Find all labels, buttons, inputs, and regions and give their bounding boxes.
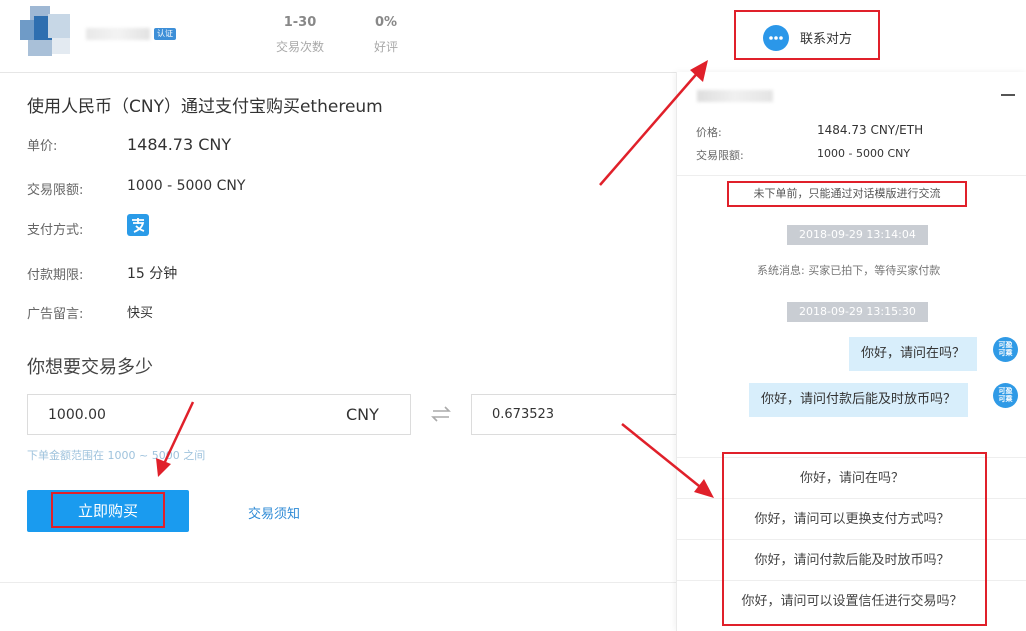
payment-label: 支付方式: <box>27 223 84 238</box>
amount-field[interactable]: 1000.00 CNY <box>27 394 411 435</box>
chat-limit-value: 1000 - 5000 CNY <box>817 147 911 160</box>
contact-seller-label: 联系对方 <box>800 32 853 47</box>
page-title: 使用人民币（CNY）通过支付宝购买ethereum <box>27 97 383 117</box>
stat-rating-value: 0% <box>374 15 398 30</box>
chat-price-value: 1484.73 CNY/ETH <box>817 123 924 137</box>
chat-limit-label: 交易限额: <box>696 149 744 162</box>
crypto-amount-field[interactable]: 0.673523 <box>471 394 676 435</box>
swap-arrows-icon <box>430 404 452 428</box>
seller-name <box>86 28 150 40</box>
currency-label: CNY <box>346 405 379 424</box>
chat-template-notice: 未下单前，只能通过对话模版进行交流 <box>727 181 967 207</box>
seller-avatar[interactable] <box>20 6 72 58</box>
verified-badge: 认证 <box>154 28 176 40</box>
alipay-icon <box>127 214 149 236</box>
minimize-icon[interactable] <box>1001 94 1015 96</box>
trade-notice-link[interactable]: 交易须知 <box>248 503 300 522</box>
message-timestamp: 2018-09-29 13:15:30 <box>787 302 928 322</box>
chat-bubble: 你好，请问在吗？ <box>849 337 978 371</box>
price-value: 1484.73 CNY <box>127 135 232 154</box>
buy-now-button[interactable]: 立即购买 <box>27 490 189 532</box>
stat-trades-value: 1-30 <box>283 15 317 30</box>
price-label: 单价: <box>27 139 58 154</box>
chat-bubble-icon <box>763 25 789 51</box>
annotation-box-quick-replies <box>722 452 987 626</box>
annotation-box-buy <box>51 492 165 528</box>
trade-heading: 你想要交易多少 <box>27 357 153 378</box>
chat-info-divider <box>677 175 1026 176</box>
amount-value[interactable]: 1000.00 <box>48 407 106 423</box>
deadline-value: 15 分钟 <box>127 266 178 282</box>
message-timestamp: 2018-09-29 13:14:04 <box>787 225 928 245</box>
stat-rating-label: 好评 <box>373 40 398 54</box>
chat-price-label: 价格: <box>696 126 722 139</box>
ad-message-value: 快买 <box>127 306 154 321</box>
contact-seller-button[interactable]: 联系对方 <box>734 10 880 60</box>
amount-range-hint: 下单金额范围在 1000 ~ 5000 之间 <box>27 449 206 462</box>
ad-message-label: 广告留言: <box>27 307 84 322</box>
stat-trades-label: 交易次数 <box>275 40 324 54</box>
deadline-label: 付款期限: <box>27 268 84 283</box>
bot-avatar: 可盈 可乘 <box>993 337 1018 362</box>
limit-label: 交易限额: <box>27 183 84 198</box>
chat-bubble: 你好，请问付款后能及时放币吗？ <box>749 383 969 417</box>
system-message: 系统消息: 买家已拍下，等待买家付款 <box>757 264 941 277</box>
bottom-divider <box>0 582 676 583</box>
crypto-amount-value[interactable]: 0.673523 <box>492 407 554 422</box>
limit-value: 1000 - 5000 CNY <box>127 178 246 194</box>
bot-avatar: 可盈 可乘 <box>993 383 1018 408</box>
chat-partner-name <box>697 90 773 102</box>
header-divider <box>0 72 676 73</box>
